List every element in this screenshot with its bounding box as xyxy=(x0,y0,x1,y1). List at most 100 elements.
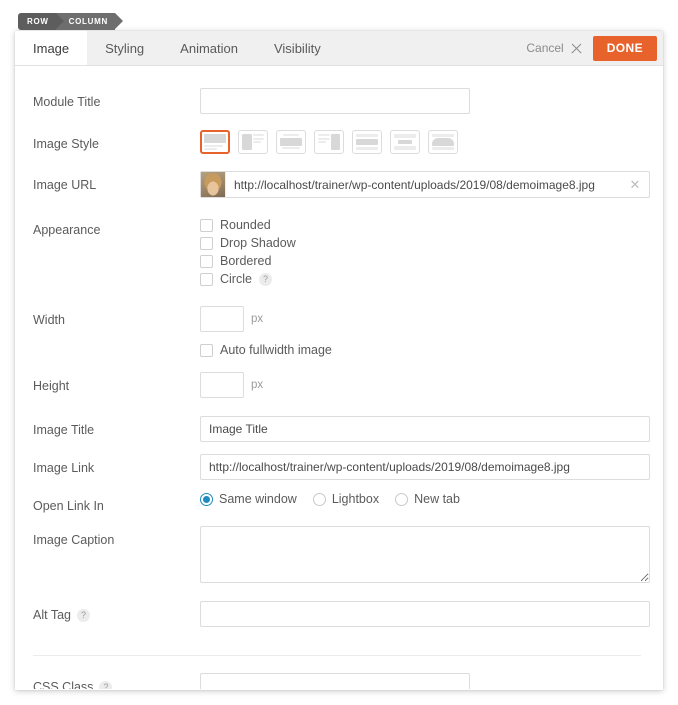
image-url-label: Image URL xyxy=(33,178,97,192)
field-row-css-class: CSS Class ? xyxy=(15,673,663,689)
image-url-field: http://localhost/trainer/wp-content/uplo… xyxy=(200,171,650,198)
width-label: Width xyxy=(33,313,65,327)
width-input[interactable] xyxy=(200,306,244,332)
lightbox-radio[interactable] xyxy=(312,492,326,506)
image-style-option-5[interactable] xyxy=(390,130,420,154)
alt-tag-help-icon[interactable]: ? xyxy=(77,608,90,622)
bordered-checkbox[interactable] xyxy=(200,254,213,268)
breadcrumb: ROW COLUMN xyxy=(18,13,124,30)
css-class-label: CSS Class ? xyxy=(33,673,200,689)
rounded-checkbox[interactable] xyxy=(200,218,213,232)
lightbox-label: Lightbox xyxy=(331,492,380,506)
circle-help-icon[interactable]: ? xyxy=(258,272,272,286)
appearance-option-bordered[interactable]: Bordered xyxy=(200,252,641,270)
done-button[interactable]: DONE xyxy=(592,35,657,61)
image-url-value: http://localhost/trainer/wp-content/uplo… xyxy=(234,177,595,192)
image-thumbnail xyxy=(201,172,226,197)
height-field: px xyxy=(200,372,641,398)
field-row-image-link: Image Link xyxy=(15,454,663,480)
image-style-option-3[interactable] xyxy=(314,130,344,154)
css-class-help-icon[interactable]: ? xyxy=(99,680,113,689)
height-label: Height xyxy=(33,379,70,393)
field-row-image-caption: Image Caption xyxy=(15,526,663,588)
image-title-field xyxy=(200,416,650,442)
module-title-input[interactable] xyxy=(200,88,470,114)
settings-form: Module Title Image Style Image URL http:… xyxy=(15,66,663,689)
alt-tag-input[interactable] xyxy=(200,601,650,627)
image-caption-label: Image Caption xyxy=(33,533,115,547)
alt-tag-label-text: Alt Tag xyxy=(33,608,71,622)
open-link-option-same-window[interactable]: Same window xyxy=(200,492,297,506)
tab-visibility-label: Visibility xyxy=(273,40,321,56)
auto-fullwidth-label: Auto fullwidth image xyxy=(220,343,332,357)
image-url-input[interactable]: http://localhost/trainer/wp-content/uplo… xyxy=(200,171,650,198)
open-link-in-options: Same window Lightbox New tab xyxy=(200,492,641,506)
auto-fullwidth-option[interactable]: Auto fullwidth image xyxy=(200,341,641,359)
breadcrumb-column-label: COLUMN xyxy=(68,17,108,26)
tab-styling-label: Styling xyxy=(105,40,145,56)
cancel-button[interactable]: Cancel xyxy=(516,41,592,55)
same-window-label: Same window xyxy=(219,492,297,506)
circle-label: Circle xyxy=(220,272,252,286)
height-unit: px xyxy=(251,379,264,391)
new-tab-radio[interactable] xyxy=(395,492,409,506)
module-title-field xyxy=(200,88,641,114)
field-row-image-url: Image URL http://localhost/trainer/wp-co… xyxy=(15,171,663,198)
image-title-label: Image Title xyxy=(33,423,95,437)
tab-visibility[interactable]: Visibility xyxy=(256,31,339,65)
width-unit: px xyxy=(251,313,264,325)
cancel-label: Cancel xyxy=(526,41,564,55)
rounded-label: Rounded xyxy=(220,218,271,232)
image-caption-field xyxy=(200,526,650,588)
bordered-label: Bordered xyxy=(220,254,272,268)
image-style-options xyxy=(200,130,641,154)
tab-bar: Image Styling Animation Visibility Cance… xyxy=(15,31,663,66)
field-row-module-title: Module Title xyxy=(15,88,663,114)
css-class-field xyxy=(200,673,641,689)
image-link-input[interactable] xyxy=(200,454,650,480)
field-row-open-link-in: Open Link In Same window Lightbox New ta… xyxy=(15,492,663,513)
image-caption-textarea[interactable] xyxy=(200,526,650,583)
tab-image[interactable]: Image xyxy=(15,31,88,65)
field-row-appearance: Appearance Rounded Drop Shadow Bordered xyxy=(15,216,663,288)
clear-image-url-icon[interactable]: ✕ xyxy=(627,177,649,193)
image-style-option-6[interactable] xyxy=(428,130,458,154)
circle-checkbox[interactable] xyxy=(200,272,213,286)
image-style-option-4[interactable] xyxy=(352,130,382,154)
drop-shadow-checkbox[interactable] xyxy=(200,236,213,250)
drop-shadow-label: Drop Shadow xyxy=(220,236,296,250)
auto-fullwidth-checkbox[interactable] xyxy=(200,343,213,357)
width-field: px Auto fullwidth image xyxy=(200,306,641,359)
image-style-option-1[interactable] xyxy=(238,130,268,154)
new-tab-label: New tab xyxy=(414,492,460,506)
tab-animation[interactable]: Animation xyxy=(162,31,256,65)
css-class-label-text: CSS Class xyxy=(33,680,94,689)
image-style-option-2[interactable] xyxy=(276,130,306,154)
appearance-label: Appearance xyxy=(33,223,101,237)
breadcrumb-row-label: ROW xyxy=(27,17,49,26)
open-link-in-field: Same window Lightbox New tab xyxy=(200,492,641,506)
appearance-option-rounded[interactable]: Rounded xyxy=(200,216,641,234)
css-class-input[interactable] xyxy=(200,673,470,689)
image-link-label: Image Link xyxy=(33,461,95,475)
open-link-in-label: Open Link In xyxy=(33,499,104,513)
section-divider xyxy=(33,655,641,656)
image-link-field xyxy=(200,454,650,480)
appearance-option-drop-shadow[interactable]: Drop Shadow xyxy=(200,234,641,252)
field-row-image-style: Image Style xyxy=(15,130,663,154)
field-row-width: Width px Auto fullwidth image xyxy=(15,306,663,359)
tab-styling[interactable]: Styling xyxy=(87,31,162,65)
image-style-option-0[interactable] xyxy=(200,130,230,154)
appearance-field: Rounded Drop Shadow Bordered Circle ? xyxy=(200,216,641,288)
image-title-input[interactable] xyxy=(200,416,650,442)
appearance-option-circle[interactable]: Circle ? xyxy=(200,270,641,288)
image-module-settings-dialog: ROW COLUMN Image Styling Animation Visib… xyxy=(0,0,678,705)
open-link-option-new-tab[interactable]: New tab xyxy=(395,492,460,506)
height-input[interactable] xyxy=(200,372,244,398)
same-window-radio[interactable] xyxy=(200,492,213,506)
module-title-label: Module Title xyxy=(33,95,101,109)
open-link-option-lightbox[interactable]: Lightbox xyxy=(312,492,380,506)
close-icon xyxy=(570,42,583,55)
breadcrumb-row[interactable]: ROW xyxy=(18,13,64,30)
breadcrumb-column[interactable]: COLUMN xyxy=(55,13,124,30)
